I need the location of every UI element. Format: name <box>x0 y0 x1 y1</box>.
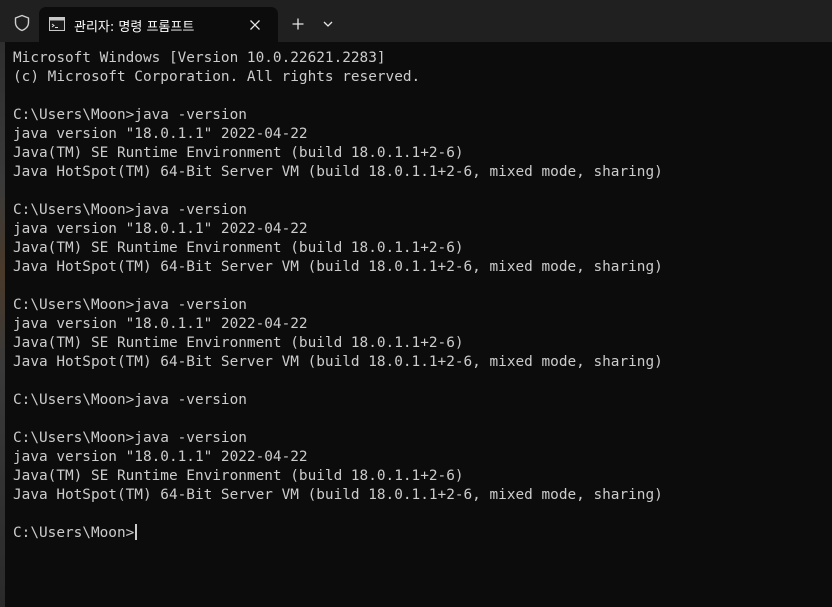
console-line: Java(TM) SE Runtime Environment (build 1… <box>13 239 828 258</box>
console-line: java version "18.0.1.1" 2022-04-22 <box>13 125 828 144</box>
console-line: java version "18.0.1.1" 2022-04-22 <box>13 315 828 334</box>
console-line-text: C:\Users\Moon>java -version <box>13 202 247 218</box>
console-line: java version "18.0.1.1" 2022-04-22 <box>13 448 828 467</box>
console-line-text: Java HotSpot(TM) 64-Bit Server VM (build… <box>13 164 663 180</box>
background-edge <box>0 0 5 607</box>
console-line-text: C:\Users\Moon>java -version <box>13 297 247 313</box>
text-cursor <box>135 524 138 540</box>
console-line-text: Java HotSpot(TM) 64-Bit Server VM (build… <box>13 354 663 370</box>
console-line: java version "18.0.1.1" 2022-04-22 <box>13 220 828 239</box>
console-line-text: Microsoft Windows [Version 10.0.22621.22… <box>13 50 386 66</box>
console-line-text: Java(TM) SE Runtime Environment (build 1… <box>13 240 464 256</box>
console-line-text: C:\Users\Moon> <box>13 525 135 541</box>
console-line: C:\Users\Moon>java -version <box>13 429 828 448</box>
console-line: C:\Users\Moon> <box>13 524 828 543</box>
console-line: C:\Users\Moon>java -version <box>13 391 828 410</box>
terminal-window: 관리자: 명령 프롬프트 Microsoft Windows [Version … <box>0 0 832 607</box>
plus-icon[interactable] <box>289 15 307 33</box>
chevron-down-icon[interactable] <box>320 17 336 31</box>
console-line: Java(TM) SE Runtime Environment (build 1… <box>13 144 828 163</box>
console-line-text: (c) Microsoft Corporation. All rights re… <box>13 69 421 85</box>
console-line-text: C:\Users\Moon>java -version <box>13 107 247 123</box>
title-bar[interactable]: 관리자: 명령 프롬프트 <box>0 0 832 42</box>
console-line: (c) Microsoft Corporation. All rights re… <box>13 68 828 87</box>
console-line: Java(TM) SE Runtime Environment (build 1… <box>13 467 828 486</box>
console-line-text: java version "18.0.1.1" 2022-04-22 <box>13 221 308 237</box>
console-line-text: java version "18.0.1.1" 2022-04-22 <box>13 316 308 332</box>
console-line: Java HotSpot(TM) 64-Bit Server VM (build… <box>13 258 828 277</box>
console-line-text: Java(TM) SE Runtime Environment (build 1… <box>13 335 464 351</box>
console-line: Java(TM) SE Runtime Environment (build 1… <box>13 334 828 353</box>
console-line-text: Java HotSpot(TM) 64-Bit Server VM (build… <box>13 259 663 275</box>
console-line: Microsoft Windows [Version 10.0.22621.22… <box>13 49 828 68</box>
console-line-text: Java(TM) SE Runtime Environment (build 1… <box>13 468 464 484</box>
console-line-text: Java(TM) SE Runtime Environment (build 1… <box>13 145 464 161</box>
console-line: C:\Users\Moon>java -version <box>13 106 828 125</box>
close-icon[interactable] <box>246 16 264 34</box>
console-line-text: java version "18.0.1.1" 2022-04-22 <box>13 449 308 465</box>
console-output[interactable]: Microsoft Windows [Version 10.0.22621.22… <box>13 49 828 599</box>
console-line: Java HotSpot(TM) 64-Bit Server VM (build… <box>13 486 828 505</box>
console-line-text: Java HotSpot(TM) 64-Bit Server VM (build… <box>13 487 663 503</box>
console-line: C:\Users\Moon>java -version <box>13 201 828 220</box>
tab-title: 관리자: 명령 프롬프트 <box>74 20 195 35</box>
shield-icon <box>14 14 30 32</box>
tab-command-prompt[interactable]: 관리자: 명령 프롬프트 <box>39 7 278 42</box>
command-prompt-icon <box>49 17 65 31</box>
console-line-text: C:\Users\Moon>java -version <box>13 392 247 408</box>
console-line-text: java version "18.0.1.1" 2022-04-22 <box>13 126 308 142</box>
console-line: Java HotSpot(TM) 64-Bit Server VM (build… <box>13 163 828 182</box>
console-line-text: C:\Users\Moon>java -version <box>13 430 247 446</box>
console-line: C:\Users\Moon>java -version <box>13 296 828 315</box>
console-line: Java HotSpot(TM) 64-Bit Server VM (build… <box>13 353 828 372</box>
